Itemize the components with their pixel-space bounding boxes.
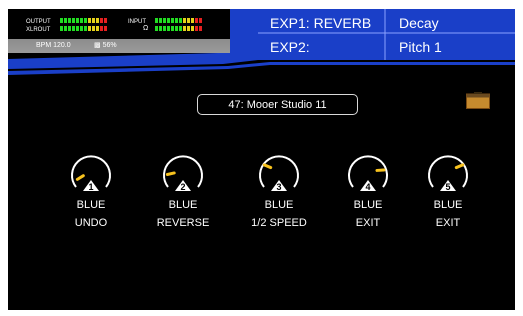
knob-number: 3 — [276, 182, 281, 192]
cpu-icon: ▩ — [94, 42, 103, 49]
xlrout-meter — [60, 26, 107, 31]
knob-function: UNDO — [74, 217, 108, 229]
knob-color: BLUE — [76, 199, 106, 211]
cpu-value: 56% — [102, 42, 117, 49]
cpu-readout: ▩ 56% — [94, 42, 117, 50]
exp2-label[interactable]: EXP2: — [270, 39, 310, 55]
meter-panel: OUTPUT XLROUT INPUT Ω BPM 120.0 ▩ 56% — [8, 9, 230, 53]
knob-function: EXIT — [435, 217, 461, 229]
headphone-icon: Ω — [143, 25, 149, 32]
knob-function: 1/2 SPEED — [251, 217, 307, 229]
output-label: OUTPUT — [26, 19, 51, 25]
input-meter — [155, 18, 202, 23]
footswitch-knob-5[interactable]: 5 BLUE EXIT — [413, 147, 483, 247]
knob-number: 1 — [88, 182, 93, 192]
knob-pointer — [262, 163, 273, 170]
knob-pointer — [165, 171, 176, 176]
knob-number: 2 — [180, 182, 185, 192]
knob-pointer — [454, 163, 465, 170]
exp1-label[interactable]: EXP1: REVERB — [270, 15, 371, 31]
knob-color: BLUE — [433, 199, 463, 211]
knob-dial: 1 — [71, 155, 111, 192]
footswitch-knob-2[interactable]: 2 BLUE REVERSE — [148, 147, 218, 247]
exp1-value[interactable]: Decay — [399, 15, 439, 31]
bpm-readout: BPM 120.0 — [36, 42, 71, 49]
knob-dial: 4 — [348, 155, 388, 192]
footswitch-knob-1[interactable]: 1 BLUE UNDO — [56, 147, 126, 247]
knob-function: REVERSE — [156, 217, 210, 229]
knob-pointer — [75, 174, 85, 181]
footswitch-knob-4[interactable]: 4 BLUE EXIT — [333, 147, 403, 247]
knob-color: BLUE — [264, 199, 294, 211]
knob-number: 5 — [445, 182, 450, 192]
footswitch-knob-3[interactable]: 3 BLUE 1/2 SPEED — [244, 147, 314, 247]
knob-number: 4 — [365, 182, 370, 192]
headphone-meter — [155, 26, 202, 31]
screen: OUTPUT XLROUT INPUT Ω BPM 120.0 ▩ 56% EX… — [8, 9, 515, 310]
knob-dial: 5 — [428, 155, 468, 192]
amp-icon[interactable] — [466, 92, 490, 109]
knob-dial: 2 — [163, 155, 203, 192]
knob-color: BLUE — [353, 199, 383, 211]
knob-function: EXIT — [355, 217, 381, 229]
knob-dial: 3 — [259, 155, 299, 192]
exp2-value[interactable]: Pitch 1 — [399, 39, 442, 55]
knob-color: BLUE — [168, 199, 198, 211]
preset-name-box[interactable]: 47: Mooer Studio 11 — [197, 94, 358, 115]
output-meter — [60, 18, 107, 23]
xlrout-label: XLROUT — [26, 27, 51, 33]
